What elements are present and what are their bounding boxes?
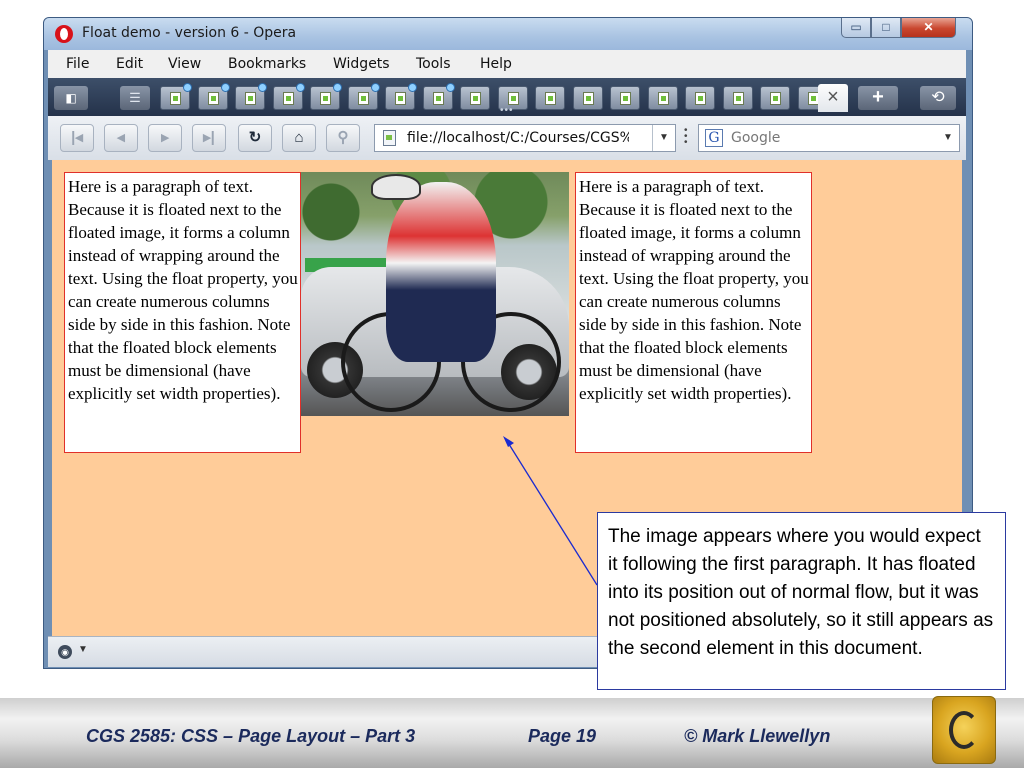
menu-help[interactable]: Help <box>480 56 512 72</box>
browser-tab[interactable] <box>572 86 603 110</box>
page-icon <box>245 92 256 105</box>
page-icon <box>432 92 444 105</box>
page-icon <box>545 92 556 105</box>
page-icon <box>620 92 631 105</box>
menu-tools[interactable]: Tools <box>416 56 451 72</box>
page-icon <box>807 92 819 105</box>
browser-tab[interactable] <box>197 83 230 110</box>
browser-tab[interactable] <box>685 86 715 110</box>
footer-course: CGS 2585: CSS – Page Layout – Part 3 <box>86 726 416 746</box>
more-tabs-indicator: ••• <box>500 105 514 116</box>
ucf-logo-icon <box>932 696 996 764</box>
browser-tab[interactable] <box>722 86 753 110</box>
page-icon <box>470 92 481 105</box>
floated-paragraph-left: Here is a paragraph of text. Because it … <box>64 172 301 453</box>
loading-indicator-icon <box>408 83 417 92</box>
footer-author: © Mark Llewellyn <box>684 726 831 746</box>
browser-tab[interactable] <box>422 83 455 110</box>
panel-toggle-button[interactable]: ◧ <box>54 86 88 110</box>
page-icon <box>320 92 331 105</box>
google-search-icon: G <box>705 129 723 147</box>
cyclist-photo <box>301 172 569 416</box>
wand-button[interactable]: ⚲ <box>326 124 360 152</box>
page-icon <box>395 92 406 105</box>
browser-tab[interactable] <box>760 86 790 110</box>
browser-tab[interactable] <box>610 86 640 110</box>
menu-widgets[interactable]: Widgets <box>333 56 390 72</box>
network-status-icon[interactable]: ◉ <box>58 645 72 659</box>
page-icon <box>732 92 744 105</box>
window-title: Float demo - version 6 - Opera <box>82 25 297 41</box>
explanation-callout: The image appears where you would expect… <box>597 512 1006 690</box>
loading-indicator-icon <box>258 83 267 92</box>
page-icon <box>507 92 519 105</box>
browser-tab[interactable] <box>160 83 192 110</box>
page-icon <box>170 92 181 105</box>
close-tab-button[interactable]: × <box>818 84 848 112</box>
menu-bar: File Edit View Bookmarks Widgets Tools H… <box>48 50 966 78</box>
tab-list-button[interactable]: ☰ <box>120 86 150 110</box>
status-dropdown-icon[interactable]: ▼ <box>78 644 88 655</box>
footer-page: Page 19 <box>528 726 597 746</box>
menu-view[interactable]: View <box>168 56 201 72</box>
title-bar: Float demo - version 6 - Opera ▭ □ ✕ <box>44 18 972 50</box>
home-button[interactable]: ⌂ <box>282 124 316 152</box>
loading-indicator-icon <box>445 83 455 92</box>
close-window-button[interactable]: ✕ <box>901 18 956 38</box>
loading-indicator-icon <box>220 83 230 92</box>
page-icon <box>357 92 369 105</box>
page-icon <box>282 92 294 105</box>
address-url[interactable]: file://localhost/C:/Courses/CGS%2 <box>407 130 629 146</box>
browser-tab[interactable] <box>272 83 305 110</box>
browser-tab[interactable] <box>460 86 490 110</box>
rewind-button[interactable]: |◂ <box>60 124 94 152</box>
fast-forward-button[interactable]: ▸| <box>192 124 226 152</box>
minimize-button[interactable]: ▭ <box>841 18 871 38</box>
address-bar[interactable]: file://localhost/C:/Courses/CGS%2 ▼ <box>374 124 676 152</box>
search-input[interactable]: Google <box>731 130 780 146</box>
loading-indicator-icon <box>183 83 192 92</box>
maximize-button[interactable]: □ <box>871 18 901 38</box>
page-icon <box>695 92 706 105</box>
browser-tab[interactable] <box>535 86 565 110</box>
page-icon <box>657 92 669 105</box>
tab-bar: ◧ ☰ ••• × + ⟲ <box>48 78 966 116</box>
page-icon <box>770 92 781 105</box>
menu-bookmarks[interactable]: Bookmarks <box>228 56 306 72</box>
menu-file[interactable]: File <box>66 56 89 72</box>
page-icon <box>207 92 219 105</box>
closed-tabs-trash-icon[interactable]: ⟲ <box>920 86 956 110</box>
browser-tab[interactable] <box>347 83 380 110</box>
browser-tab[interactable] <box>235 83 267 110</box>
navigation-bar: |◂ ◂ ▸ ▸| ↻ ⌂ ⚲ file://localhost/C:/Cour… <box>48 116 966 160</box>
toolbar-grip-icon[interactable]: • • • <box>684 126 688 148</box>
browser-tab[interactable] <box>385 83 417 110</box>
slide-footer: CGS 2585: CSS – Page Layout – Part 3 Pag… <box>0 698 1024 768</box>
search-box[interactable]: G Google ▼ <box>698 124 960 152</box>
opera-logo-icon <box>55 25 73 43</box>
new-tab-button[interactable]: + <box>858 86 898 110</box>
floated-paragraph-right: Here is a paragraph of text. Because it … <box>575 172 812 453</box>
browser-tab[interactable] <box>310 83 342 110</box>
browser-tab[interactable] <box>647 86 678 110</box>
search-dropdown-icon[interactable]: ▼ <box>937 125 959 151</box>
loading-indicator-icon <box>295 83 305 92</box>
menu-edit[interactable]: Edit <box>116 56 143 72</box>
photo-helmet <box>371 174 421 200</box>
photo-rider <box>386 182 496 362</box>
loading-indicator-icon <box>333 83 342 92</box>
file-page-icon <box>383 130 396 146</box>
reload-button[interactable]: ↻ <box>238 124 272 152</box>
forward-button[interactable]: ▸ <box>148 124 182 152</box>
page-icon <box>582 92 594 105</box>
loading-indicator-icon <box>370 83 380 92</box>
back-button[interactable]: ◂ <box>104 124 138 152</box>
address-dropdown-icon[interactable]: ▼ <box>652 125 675 151</box>
